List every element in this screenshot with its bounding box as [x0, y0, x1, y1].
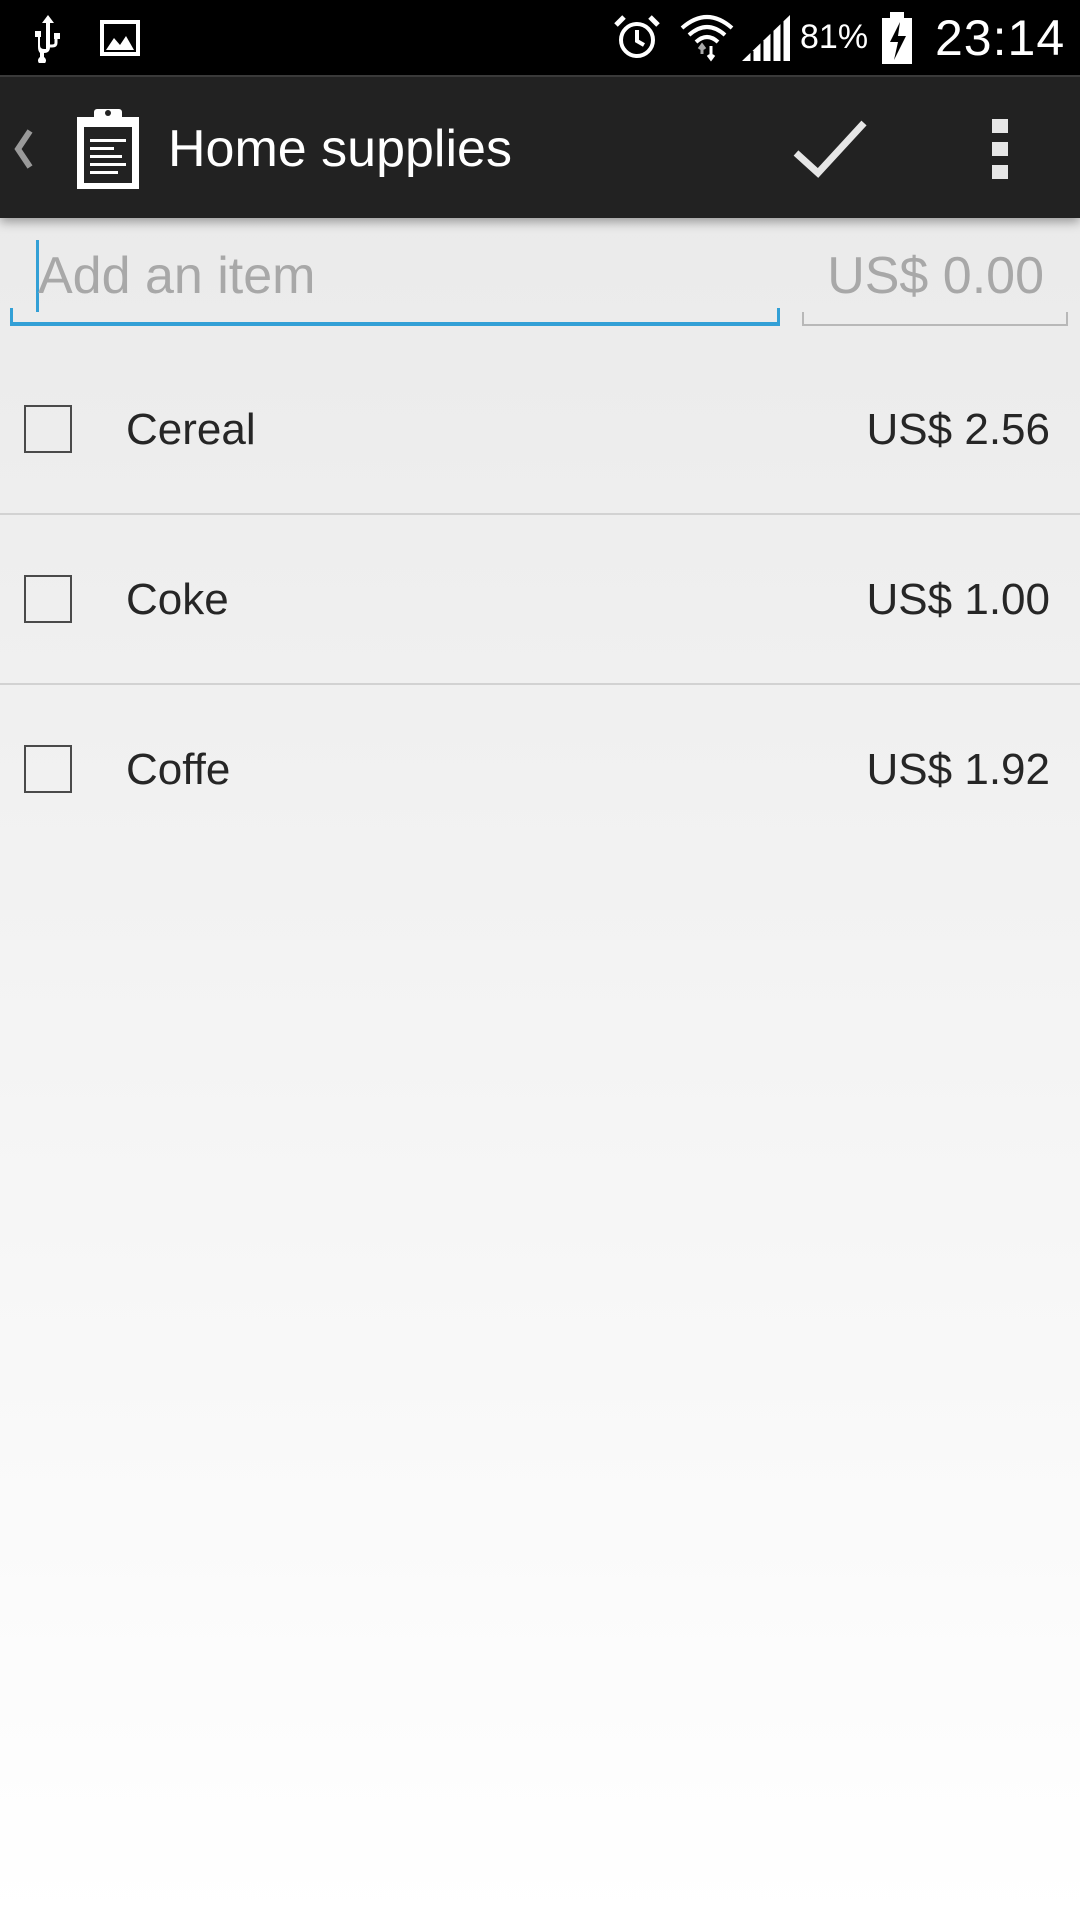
item-checkbox[interactable] — [24, 575, 72, 623]
status-time: 23:14 — [935, 9, 1066, 66]
overflow-menu-button[interactable] — [940, 77, 1060, 220]
price-placeholder: US$ 0.00 — [827, 247, 1044, 305]
clipboard-icon[interactable] — [74, 107, 142, 191]
price-underline-edge — [802, 312, 804, 326]
item-name: Coffe — [126, 745, 231, 794]
item-name: Cereal — [126, 405, 256, 454]
overflow-menu-icon — [992, 118, 1008, 179]
confirm-button[interactable] — [770, 77, 890, 220]
wifi-icon — [680, 0, 734, 75]
status-bar: 81% 23:14 — [0, 0, 1080, 75]
alarm-icon — [612, 0, 662, 75]
input-underline-edge — [10, 308, 13, 326]
item-price: US$ 1.00 — [866, 575, 1050, 624]
shopping-list: Cereal US$ 2.56 Coke US$ 1.00 Coffe US$ … — [0, 345, 1080, 855]
list-item[interactable]: Coke US$ 1.00 — [0, 515, 1080, 685]
input-underline-edge — [777, 308, 780, 326]
page-title: Home supplies — [168, 119, 512, 178]
add-item-placeholder: Add an item — [38, 247, 316, 305]
up-caret-icon[interactable] — [8, 77, 38, 220]
item-price: US$ 2.56 — [866, 405, 1050, 454]
list-item[interactable]: Coffe US$ 1.92 — [0, 685, 1080, 855]
list-item[interactable]: Cereal US$ 2.56 — [0, 345, 1080, 515]
price-underline-edge — [1066, 312, 1068, 326]
usb-icon — [28, 0, 68, 75]
checkmark-icon — [793, 120, 867, 178]
item-name: Coke — [126, 575, 229, 624]
gallery-icon — [100, 0, 140, 75]
signal-icon — [740, 0, 792, 75]
item-checkbox[interactable] — [24, 745, 72, 793]
item-checkbox[interactable] — [24, 405, 72, 453]
battery-percent: 81% — [800, 18, 869, 56]
action-bar: Home supplies — [0, 75, 1080, 218]
item-price: US$ 1.92 — [866, 745, 1050, 794]
battery-charging-icon — [880, 0, 914, 75]
